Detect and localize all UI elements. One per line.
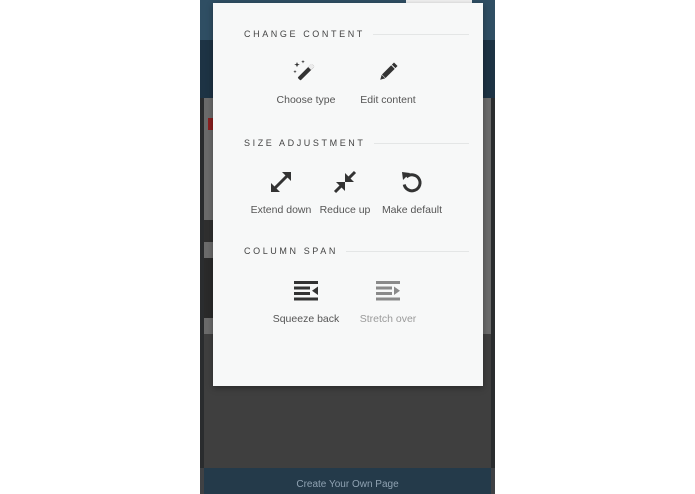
make-default-label: Make default (381, 204, 443, 216)
section-title: CHANGE CONTENT (244, 29, 365, 39)
edit-content-label: Edit content (360, 94, 416, 106)
block-options-menu: CHANGE CONTENT Choose type Edit content … (213, 3, 483, 386)
section-title: SIZE ADJUSTMENT (244, 138, 366, 148)
indent-right-icon (376, 281, 400, 301)
section-divider (373, 142, 469, 144)
compress-arrows-icon (333, 170, 357, 194)
stretch-over-label: Stretch over (359, 313, 417, 325)
pencil-icon (380, 62, 398, 80)
section-header-size-adjustment: SIZE ADJUSTMENT (244, 136, 469, 150)
expand-arrows-icon (271, 172, 291, 192)
squeeze-back-button[interactable]: Squeeze back (268, 278, 344, 325)
section-divider (372, 33, 469, 35)
squeeze-back-label: Squeeze back (272, 313, 340, 325)
stretch-over-button[interactable]: Stretch over (350, 278, 426, 325)
app-footer: Create Your Own Page (204, 468, 491, 494)
edit-content-button[interactable]: Edit content (350, 59, 426, 106)
section-header-column-span: COLUMN SPAN (244, 244, 469, 258)
section-title: COLUMN SPAN (244, 246, 338, 256)
reduce-up-button[interactable]: Reduce up (307, 169, 383, 216)
choose-type-button[interactable]: Choose type (268, 59, 344, 106)
make-default-button[interactable]: Make default (374, 169, 450, 216)
magic-wand-icon (293, 60, 315, 81)
undo-circle-icon (402, 172, 422, 193)
section-header-change-content: CHANGE CONTENT (244, 27, 469, 41)
indent-left-icon (294, 281, 318, 301)
section-divider (345, 250, 469, 252)
choose-type-label: Choose type (276, 94, 336, 106)
reduce-up-label: Reduce up (319, 204, 371, 216)
right-edge (491, 98, 495, 468)
